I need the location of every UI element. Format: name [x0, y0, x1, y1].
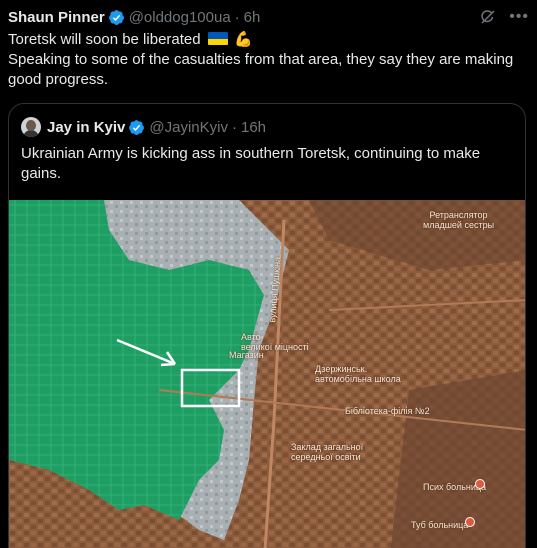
- more-icon[interactable]: •••: [509, 9, 529, 25]
- quote-author-handle[interactable]: @JayinKyiv: [149, 119, 228, 136]
- map-label-auto: Авто великої міцності: [241, 332, 309, 352]
- header-actions: •••: [479, 8, 529, 26]
- separator-dot: ·: [231, 118, 237, 136]
- map-label-school: Дзержинськ. автомобільна школа: [315, 364, 401, 384]
- tweet[interactable]: Shaun Pinner @olddog100ua · 6h ••• Toret…: [0, 0, 537, 548]
- tweet-text-line-2: Speaking to some of the casualties from …: [8, 51, 514, 88]
- tb-hospital-pin-icon: [465, 517, 475, 527]
- tweet-header: Shaun Pinner @olddog100ua · 6h •••: [8, 6, 529, 28]
- avatar[interactable]: [21, 117, 41, 137]
- map-label-magazin: Магазин: [229, 350, 264, 360]
- map-label-repeater: Ретранслятор младшей сестры: [423, 210, 495, 230]
- grok-icon[interactable]: [479, 8, 497, 26]
- author-name[interactable]: Shaun Pinner: [8, 9, 105, 26]
- map-label-school2: Заклад загальної середньої освіти: [291, 442, 364, 462]
- quoted-tweet[interactable]: Jay in Kyiv @JayinKyiv · 16h Ukrainian A…: [8, 103, 526, 548]
- map-image[interactable]: Ретранслятор младшей сестры вулиця Пушкі…: [9, 200, 525, 548]
- tweet-text-line-1: Toretsk will soon be liberated 💪: [8, 30, 527, 50]
- quote-text: Ukrainian Army is kicking ass in souther…: [21, 145, 481, 182]
- verified-badge-icon: [129, 119, 145, 135]
- quote-time[interactable]: 16h: [241, 119, 266, 136]
- author-handle[interactable]: @olddog100ua: [129, 9, 231, 26]
- map-label-tb-hospital: Туб больница: [411, 520, 469, 530]
- hospital-pin-icon: [475, 479, 485, 489]
- quote-author-name[interactable]: Jay in Kyiv: [47, 119, 125, 136]
- verified-badge-icon: [108, 9, 124, 25]
- map-graphic: [9, 200, 525, 548]
- ukraine-flag-icon: [207, 32, 228, 45]
- tweet-text-first: Toretsk will soon be liberated: [8, 31, 201, 48]
- quote-header: Jay in Kyiv @JayinKyiv · 16h: [21, 116, 266, 138]
- flexed-biceps-icon: 💪: [233, 31, 253, 48]
- tweet-time[interactable]: 6h: [244, 9, 261, 26]
- separator-dot: ·: [234, 8, 240, 26]
- tweet-text: Toretsk will soon be liberated 💪 Speakin…: [8, 30, 527, 90]
- map-label-library: Бібліотека-філія №2: [345, 406, 430, 416]
